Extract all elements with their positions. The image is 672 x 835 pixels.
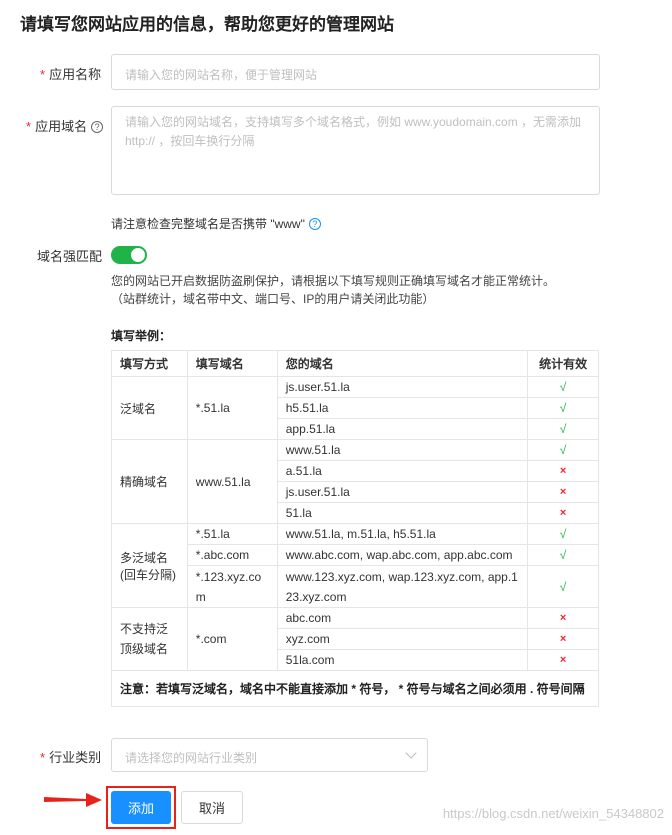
arrow-pointer-icon — [44, 793, 102, 807]
table-row: 泛域名 *.51.la js.user.51.la √ — [111, 376, 599, 440]
your-domain-cell: www.51.la — [276, 439, 529, 461]
industry-select[interactable]: 请选择您的网站行业类别 — [111, 738, 428, 772]
question-circle-icon[interactable]: ? — [91, 121, 104, 133]
domain-cell: *.abc.com — [186, 544, 278, 566]
valid-check-icon: √ — [527, 544, 599, 566]
page-title: 请填写您网站应用的信息，帮助您更好的管理网站 — [20, 15, 394, 34]
question-circle-icon[interactable]: ? — [308, 218, 321, 230]
your-domain-cell: 51la.com — [276, 649, 529, 671]
table-row: 不支持泛 顶级域名 *.com abc.com × — [111, 607, 599, 671]
table-header: 统计有效 — [527, 350, 599, 377]
your-domain-cell: xyz.com — [276, 628, 529, 650]
invalid-cross-icon: × — [527, 607, 599, 629]
example-table: 填写方式 填写域名 您的域名 统计有效 泛域名 *.51.la js.user.… — [111, 350, 599, 707]
note-row: 注意：若填写泛域名，域名中不能直接添加 * 符号， * 符号与域名之间必须用 .… — [111, 670, 599, 707]
method-cell: 泛域名 — [111, 376, 188, 440]
app-domain-placeholder-line2: http:// ，按回车换行分隔 — [125, 134, 255, 148]
table-row: 多泛域名 (回车分隔) *.51.la www.51.la, m.51.la, h… — [111, 523, 599, 608]
table-header: 填写域名 — [186, 350, 278, 377]
method-cell: 多泛域名 (回车分隔) — [111, 523, 188, 608]
your-domain-cell: www.51.la, m.51.la, h5.51.la — [276, 523, 529, 545]
valid-check-icon: √ — [527, 565, 599, 608]
valid-check-icon: √ — [527, 418, 599, 440]
table-note: 注意：若填写泛域名，域名中不能直接添加 * 符号， * 符号与域名之间必须用 .… — [111, 670, 599, 707]
invalid-cross-icon: × — [527, 649, 599, 671]
domain-cell: *.51.la — [186, 376, 278, 440]
valid-check-icon: √ — [527, 439, 599, 461]
domain-cell: *.com — [186, 607, 278, 671]
your-domain-cell: h5.51.la — [276, 397, 529, 419]
strict-match-desc-line1: 您的网站已开启数据防盗刷保护，请根据以下填写规则正确填写域名才能正常统计。 — [111, 274, 556, 288]
domain-cell: *.51.la — [186, 523, 278, 545]
industry-placeholder: 请选择您的网站行业类别 — [125, 751, 258, 765]
valid-check-icon: √ — [527, 523, 599, 545]
your-domain-cell: js.user.51.la — [276, 481, 529, 503]
your-domain-cell: 51.la — [276, 502, 529, 524]
invalid-cross-icon: × — [527, 628, 599, 650]
strict-match-desc-line2: （站群统计，域名带中文、端口号、IP的用户请关闭此功能） — [111, 292, 435, 306]
domain-cell: *.123.xyz.co m — [186, 565, 278, 608]
table-header-row: 填写方式 填写域名 您的域名 统计有效 — [111, 350, 599, 377]
your-domain-cell: app.51.la — [276, 418, 529, 440]
app-domain-textarea[interactable]: 请输入您的网站域名，支持填写多个域名格式，例如 www.youdomain.co… — [111, 106, 600, 195]
invalid-cross-icon: × — [527, 481, 599, 503]
add-button[interactable]: 添加 — [111, 791, 171, 824]
table-header: 填写方式 — [111, 350, 188, 377]
method-cell: 不支持泛 顶级域名 — [111, 607, 188, 671]
your-domain-cell: www.123.xyz.com, wap.123.xyz.com, app.1 2… — [276, 565, 529, 608]
cancel-button[interactable]: 取消 — [181, 791, 243, 824]
valid-check-icon: √ — [527, 376, 599, 398]
invalid-cross-icon: × — [527, 502, 599, 524]
toggle-knob — [131, 248, 145, 262]
your-domain-cell: js.user.51.la — [276, 376, 529, 398]
app-name-input[interactable]: 请输入您的网站名称，便于管理网站 — [111, 54, 600, 90]
app-name-label: * 应用名称 — [40, 67, 102, 82]
strict-match-toggle[interactable] — [111, 246, 147, 264]
example-title: 填写举例： — [111, 329, 172, 343]
your-domain-cell: a.51.la — [276, 460, 529, 482]
valid-check-icon: √ — [527, 397, 599, 419]
app-name-placeholder: 请输入您的网站名称，便于管理网站 — [125, 68, 318, 82]
domain-cell: www.51.la — [186, 439, 278, 524]
your-domain-cell: www.abc.com, wap.abc.com, app.abc.com — [276, 544, 529, 566]
chevron-down-icon — [405, 747, 417, 759]
method-cell: 精确域名 — [111, 439, 188, 524]
table-header: 您的域名 — [276, 350, 529, 377]
industry-label: * 行业类别 — [40, 750, 102, 765]
your-domain-cell: abc.com — [276, 607, 529, 629]
invalid-cross-icon: × — [527, 460, 599, 482]
www-hint: 请注意检查完整域名是否携带 "www"? — [111, 215, 321, 232]
app-domain-placeholder-line1: 请输入您的网站域名，支持填写多个域名格式，例如 www.youdomain.co… — [125, 115, 582, 129]
table-row: 精确域名 www.51.la www.51.la √ — [111, 439, 599, 524]
strict-match-label: 域名强匹配 — [37, 249, 103, 264]
watermark: https://blog.csdn.net/weixin_54348802 — [442, 806, 664, 821]
app-domain-label: * 应用域名? — [26, 116, 104, 135]
